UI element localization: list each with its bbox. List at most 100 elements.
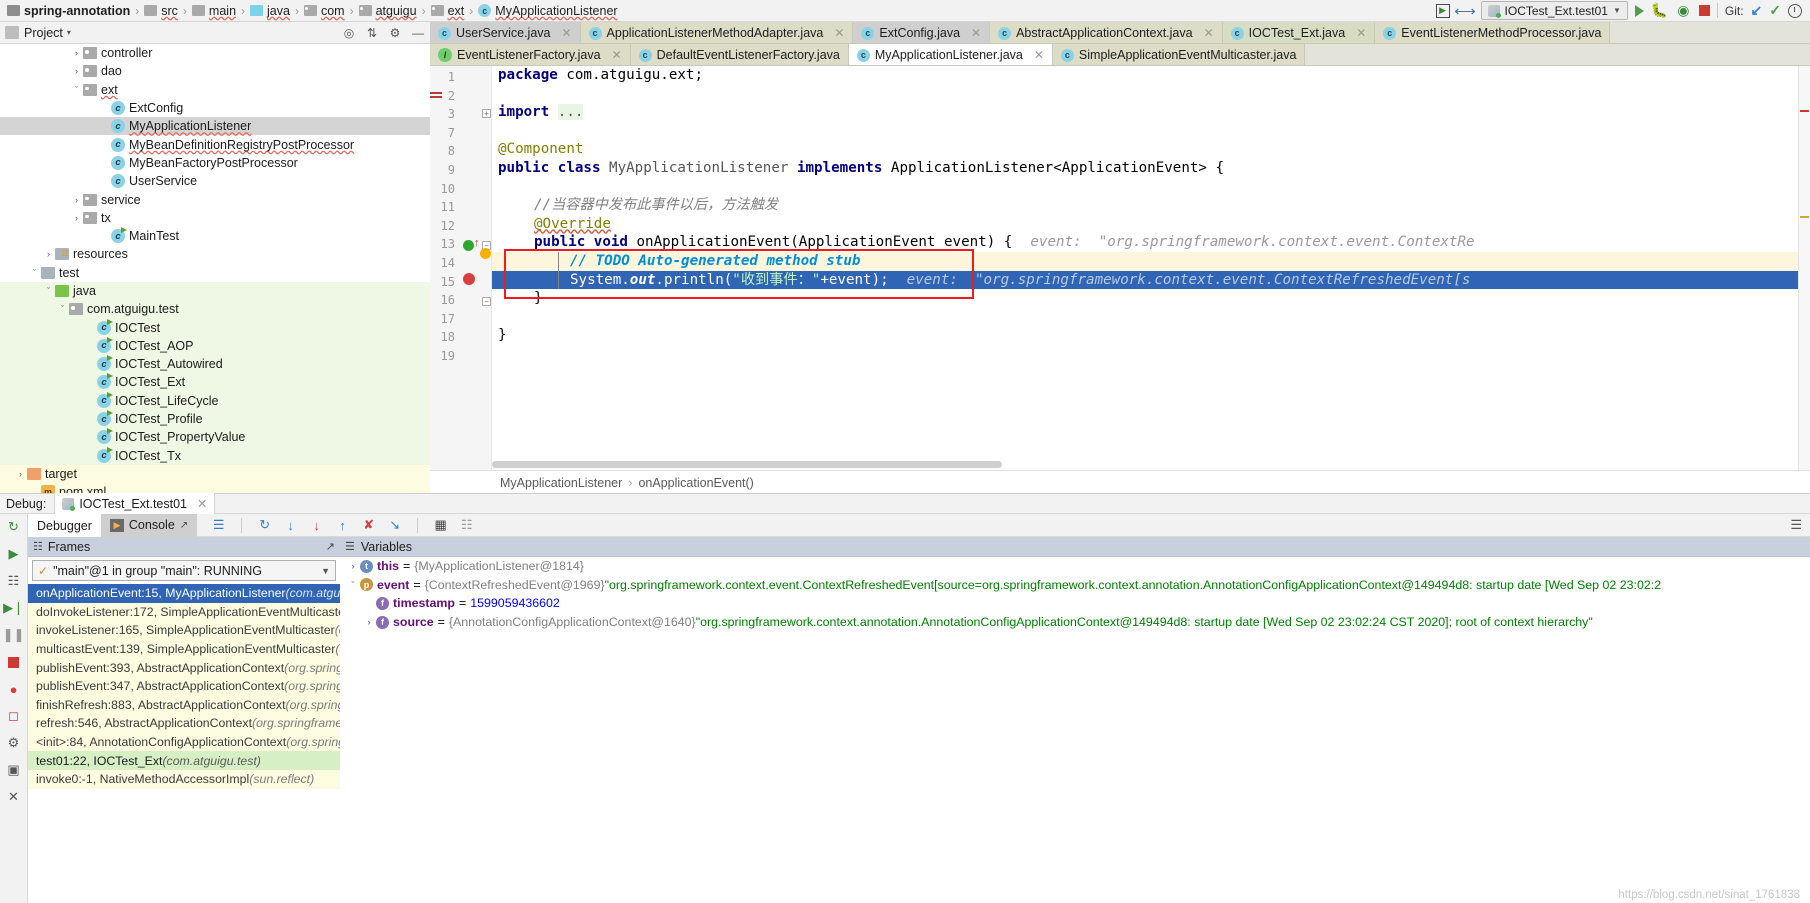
frame-row[interactable]: doInvokeListener:172, SimpleApplicationE… (28, 602, 371, 622)
collapse-all-icon[interactable]: ⇅ (365, 26, 379, 40)
tree-item-controller[interactable]: › controller (0, 44, 430, 62)
tree-item-ioctest-aop[interactable]: ›cIOCTest_AOP (0, 336, 430, 356)
chevron-down-icon[interactable]: ˇ (42, 286, 55, 296)
variables-list[interactable]: › t this = {MyApplicationListener@1814} ˇ p ev… (340, 557, 1810, 631)
stop-icon[interactable] (1698, 5, 1710, 16)
tab-debugger[interactable]: Debugger (28, 513, 101, 537)
chevron-right-icon[interactable]: › (70, 48, 83, 58)
tree-item-ioctest-lifecycle[interactable]: ›cIOCTest_LifeCycle (0, 391, 430, 410)
editor-gutter[interactable]: 1 2 3 7 8 9 10 11 12 13 14 15 16 17 18 1… (430, 66, 492, 470)
git-commit-icon[interactable]: ✓ (1769, 2, 1781, 19)
project-tree[interactable]: ›controller›daoˇext›cExtConfig›cMyApplic… (0, 44, 430, 493)
close-icon[interactable]: ✕ (197, 496, 207, 511)
variables-pane[interactable]: ☰ Variables › t this = {MyApplicationListene… (340, 537, 1810, 903)
tab-console[interactable]: ▶ Console ↗ (100, 513, 198, 537)
history-icon[interactable] (1788, 3, 1802, 18)
chevron-down-icon[interactable]: ˇ (70, 85, 83, 95)
chevron-down-icon[interactable]: ▾ (67, 28, 71, 37)
frames-list[interactable]: onApplicationEvent:15, MyApplicationList… (28, 584, 374, 789)
hammer-icon[interactable]: ⟷ (1454, 2, 1476, 20)
chevron-right-icon[interactable]: › (346, 561, 360, 571)
tree-item-maintest[interactable]: ›cMainTest (0, 227, 430, 245)
frame-row[interactable]: publishEvent:347, AbstractApplicationCon… (28, 676, 368, 696)
run-icon[interactable] (1634, 4, 1644, 17)
debug-session-tab[interactable]: IOCTest_Ext.test01 ✕ (54, 493, 216, 514)
editor-tabs-row-2[interactable]: I EventListenerFactory.java ✕ c DefaultEvent… (430, 44, 1810, 66)
tree-item-dao[interactable]: › dao (0, 62, 430, 80)
debug-icon[interactable]: 🐛 (1651, 2, 1668, 19)
tree-item-ioctest-tx[interactable]: ›cIOCTest_Tx (0, 446, 430, 465)
tree-item-ioctest-ext[interactable]: ›cIOCTest_Ext (0, 373, 430, 392)
editor-tabs-row-1[interactable]: c UserService.java ✕ c ApplicationListenerMe… (430, 22, 1810, 44)
frame-row[interactable]: test01:22, IOCTest_Ext (com.atguigu.test… (28, 751, 340, 770)
close-icon[interactable]: ✕ (971, 26, 981, 40)
frame-row[interactable]: publishEvent:393, AbstractApplicationCon… (28, 658, 368, 677)
breadcrumb-atguigu[interactable]: atguigu (356, 1, 420, 21)
close-icon[interactable]: ✕ (834, 26, 844, 40)
editor-tab-eventlistenerfactory-java[interactable]: I EventListenerFactory.java ✕ (430, 44, 631, 65)
close-icon[interactable]: ✕ (1034, 48, 1044, 62)
debug-tabs-bar[interactable]: Debugger ▶ Console ↗ ☰ ↻ ↓ ↓ ↑ ✘ ↘ ▦ ☷ ☰ (28, 513, 1810, 537)
frames-settings-icon[interactable]: ↗ (326, 540, 335, 553)
chevron-right-icon[interactable]: › (70, 66, 83, 76)
run-configuration-selector[interactable]: IOCTest_Ext.test01 ▼ (1480, 1, 1628, 20)
step-out-icon[interactable]: ↑ (335, 518, 350, 533)
frame-row[interactable]: <init>:84, AnnotationConfigApplicationCo… (28, 732, 366, 752)
debug-side-toolbar[interactable]: ↻ ▶ ☷ ▶❘ ❚❚ ● ◻ ⚙ ▣ ✕ (0, 514, 28, 903)
chevron-right-icon[interactable]: › (70, 213, 83, 223)
frame-row[interactable]: invoke0:-1, NativeMethodAccessorImpl (su… (28, 769, 340, 789)
tab-overflow-icon[interactable]: ↗ (180, 520, 188, 531)
hide-icon[interactable]: — (411, 26, 425, 40)
tree-item-test[interactable]: ˇ test (0, 264, 430, 282)
drop-frame-icon[interactable]: ✘ (361, 517, 376, 533)
variable-row[interactable]: ›f timestamp=1599059436602 (340, 594, 1810, 613)
chevron-down-icon[interactable]: ▼ (321, 566, 330, 576)
restore-layout-icon[interactable]: ☷ (4, 572, 24, 590)
chevron-down-icon[interactable]: ˇ (346, 580, 360, 590)
variable-row[interactable]: ˇ p event = {ContextRefreshedEvent@1969} "or… (340, 576, 1810, 595)
mute-breakpoints-icon[interactable]: ◻ (4, 707, 24, 725)
editor-tab-userservice-java[interactable]: c UserService.java ✕ (430, 22, 581, 43)
frame-row[interactable]: finishRefresh:883, AbstractApplicationCo… (28, 695, 369, 715)
tree-item-ext[interactable]: ˇ ext (0, 81, 430, 99)
project-panel-title[interactable]: Project (24, 26, 63, 40)
tree-item-mybeandefinitionregistrypostprocessor[interactable]: ›c MyBeanDefinitionRegistryPostProcessor (0, 135, 430, 153)
resume-icon[interactable]: ▶❘ (3, 599, 24, 617)
layout-settings-icon[interactable]: ☷ (459, 517, 474, 533)
step-into-icon[interactable]: ↓ (283, 518, 298, 533)
editor-horizontal-scrollbar[interactable] (492, 461, 1002, 468)
evaluate-expression-icon[interactable]: ▦ (433, 517, 448, 533)
editor-tab-extconfig-java[interactable]: c ExtConfig.java ✕ (853, 22, 991, 43)
rerun-failed-icon[interactable]: ▶ (4, 545, 24, 563)
breadcrumb-class-name[interactable]: MyApplicationListener (500, 476, 622, 490)
thread-selector[interactable]: ✓ "main"@1 in group "main": RUNNING ▼ (32, 560, 336, 581)
editor-tab-myapplicationlistener-java[interactable]: c MyApplicationListener.java ✕ (848, 44, 1053, 65)
tree-item-ioctest-propertyvalue[interactable]: ›cIOCTest_PropertyValue (0, 428, 430, 447)
breadcrumb-main[interactable]: main (189, 1, 239, 21)
chevron-right-icon[interactable]: › (14, 469, 27, 479)
tree-item-myapplicationlistener[interactable]: ›c MyApplicationListener (0, 117, 430, 136)
editor-tab-simpleapplicationeventmulticaster-java[interactable]: c SimpleApplicationEventMulticaster.java (1052, 44, 1306, 65)
tree-item-ioctest[interactable]: ›cIOCTest (0, 318, 430, 337)
tree-item-com-atguigu-test[interactable]: ˇ com.atguigu.test (0, 300, 430, 319)
editor-tab-defaulteventlistenerfactory-java[interactable]: c DefaultEventListenerFactory.java (630, 44, 849, 65)
override-arrow-icon[interactable]: ↑ (474, 237, 480, 249)
frame-row[interactable]: refresh:546, AbstractApplicationContext … (28, 714, 368, 733)
breadcrumb-class[interactable]: c MyApplicationListener (475, 1, 620, 21)
folded-imports[interactable]: ... (557, 104, 584, 121)
frame-row[interactable]: onApplicationEvent:15, MyApplicationList… (28, 584, 373, 603)
fold-collapse-icon[interactable]: − (482, 297, 491, 306)
close-icon[interactable]: ✕ (4, 788, 24, 806)
close-icon[interactable]: ✕ (1356, 26, 1366, 40)
editor-tab-applicationlistenermethodadapter-java[interactable]: c ApplicationListenerMethodAdapter.java ✕ (580, 22, 854, 43)
tree-item-resources[interactable]: › resources (0, 245, 430, 263)
code-content[interactable]: package com.atguigu.ext; import ... @Com… (492, 66, 1810, 470)
close-icon[interactable]: ✕ (1204, 26, 1214, 40)
git-update-icon[interactable]: ↙ (1751, 2, 1763, 19)
tree-item-service[interactable]: › service (0, 190, 430, 208)
breadcrumb-java[interactable]: java (247, 1, 293, 21)
variable-row[interactable]: › t this = {MyApplicationListener@1814} (340, 557, 1810, 576)
run-method-icon[interactable] (463, 240, 474, 251)
close-icon[interactable]: ✕ (612, 48, 622, 62)
chevron-right-icon[interactable]: › (362, 617, 376, 627)
